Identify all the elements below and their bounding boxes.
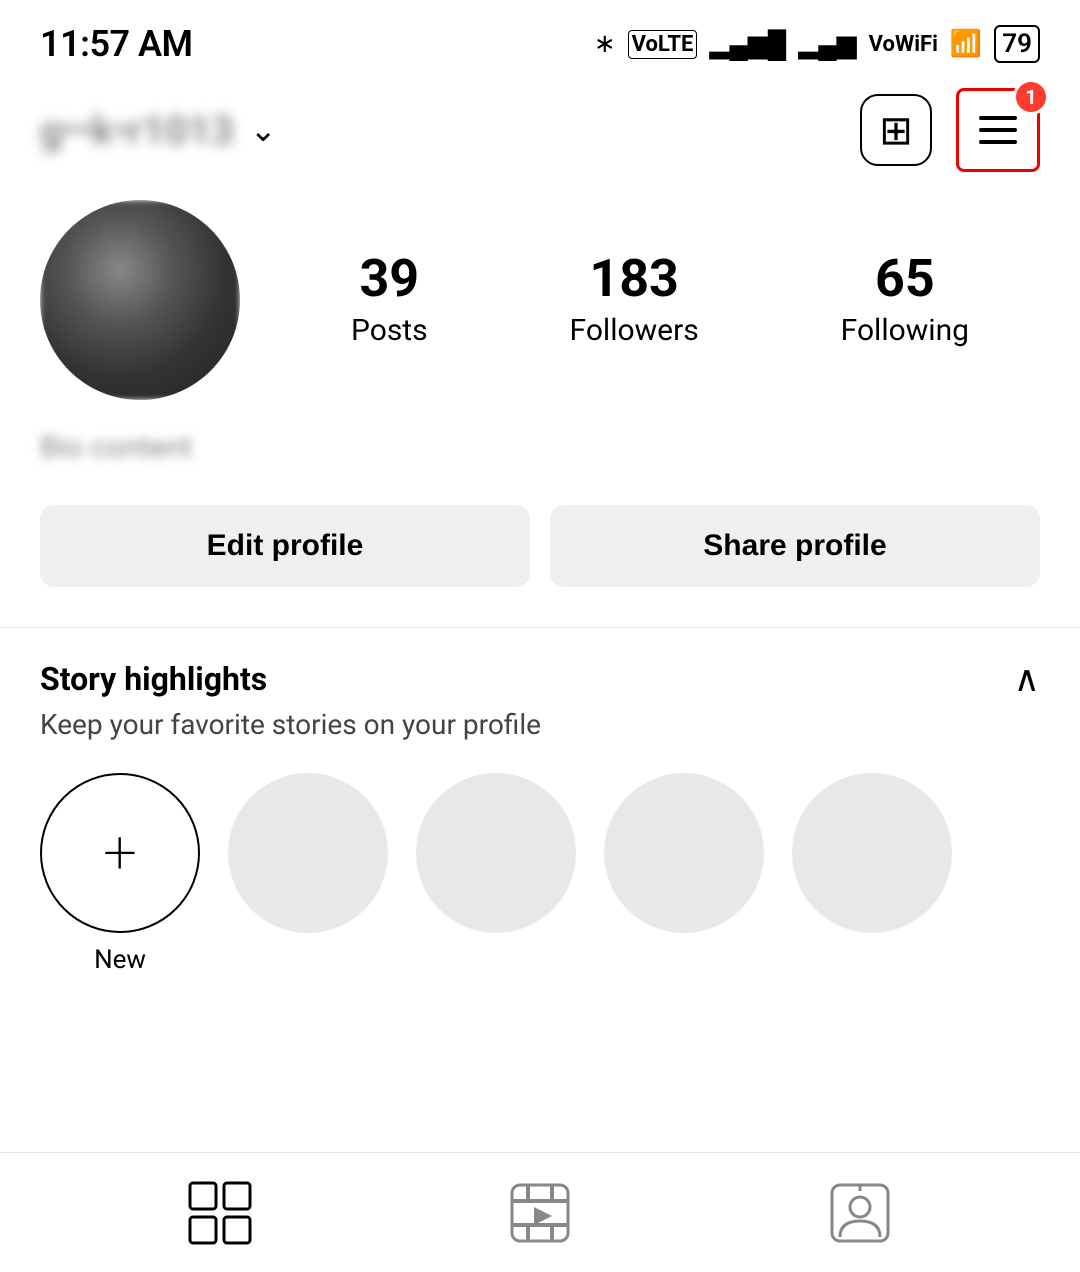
username-label: g••k•r1013 bbox=[40, 107, 234, 154]
stats-row: 39 Posts 183 Followers 65 Following bbox=[280, 253, 1040, 348]
tab-reels[interactable] bbox=[500, 1173, 580, 1253]
share-profile-button[interactable]: Share profile bbox=[550, 505, 1040, 587]
highlights-title: Story highlights bbox=[40, 660, 267, 698]
highlight-circle-2 bbox=[416, 773, 576, 933]
status-bar: 11:57 AM ∗ VoLTE ▂▄▆█ ▂▄▆ VoWiFi 📶 79 bbox=[0, 0, 1080, 80]
vowifi-icon: VoWiFi bbox=[869, 32, 938, 57]
battery-icon: 79 bbox=[994, 25, 1040, 63]
highlight-item-4[interactable] bbox=[792, 773, 952, 933]
reels-icon bbox=[508, 1181, 572, 1245]
avatar-image bbox=[40, 200, 240, 400]
menu-button[interactable]: 1 bbox=[956, 88, 1040, 172]
avatar[interactable] bbox=[40, 200, 240, 400]
following-label: Following bbox=[841, 313, 969, 348]
profile-section: 39 Posts 183 Followers 65 Following bbox=[0, 180, 1080, 430]
wifi-icon: 📶 bbox=[950, 29, 982, 59]
tab-posts[interactable] bbox=[180, 1173, 260, 1253]
notification-badge: 1 bbox=[1013, 79, 1049, 115]
hamburger-icon bbox=[979, 116, 1017, 144]
tab-tagged[interactable] bbox=[820, 1173, 900, 1253]
edit-profile-button[interactable]: Edit profile bbox=[40, 505, 530, 587]
highlights-header: Story highlights ∧ bbox=[40, 658, 1040, 700]
grid-icon bbox=[188, 1181, 252, 1245]
followers-count: 183 bbox=[589, 253, 679, 305]
new-highlight-label: New bbox=[94, 945, 146, 975]
plus-square-icon: ⊞ bbox=[879, 107, 913, 154]
highlights-row: + New bbox=[40, 773, 1040, 975]
followers-label: Followers bbox=[570, 313, 699, 348]
add-highlight-icon: + bbox=[103, 823, 137, 883]
posts-stat[interactable]: 39 Posts bbox=[351, 253, 428, 348]
nav-actions: ⊞ 1 bbox=[860, 88, 1040, 172]
add-post-button[interactable]: ⊞ bbox=[860, 94, 932, 166]
action-buttons: Edit profile Share profile bbox=[0, 485, 1080, 627]
bio-name: Bio content bbox=[40, 430, 1040, 465]
posts-count: 39 bbox=[359, 253, 419, 305]
highlights-section: Story highlights ∧ Keep your favorite st… bbox=[0, 628, 1080, 995]
following-stat[interactable]: 65 Following bbox=[841, 253, 969, 348]
bio-area: Bio content bbox=[0, 430, 1080, 485]
username-area[interactable]: g••k•r1013 ⌄ bbox=[40, 107, 277, 154]
volte-icon: VoLTE bbox=[628, 30, 698, 59]
status-time: 11:57 AM bbox=[40, 23, 193, 65]
highlight-circle-1 bbox=[228, 773, 388, 933]
bluetooth-icon: ∗ bbox=[594, 29, 616, 59]
followers-stat[interactable]: 183 Followers bbox=[570, 253, 699, 348]
new-highlight-circle[interactable]: + bbox=[40, 773, 200, 933]
chevron-down-icon[interactable]: ⌄ bbox=[250, 111, 277, 149]
bottom-tab-bar bbox=[0, 1152, 1080, 1272]
new-highlight-item[interactable]: + New bbox=[40, 773, 200, 975]
nav-header: g••k•r1013 ⌄ ⊞ 1 bbox=[0, 80, 1080, 180]
highlights-subtitle: Keep your favorite stories on your profi… bbox=[40, 708, 1040, 741]
highlight-item-3[interactable] bbox=[604, 773, 764, 933]
highlight-item-2[interactable] bbox=[416, 773, 576, 933]
following-count: 65 bbox=[875, 253, 935, 305]
highlight-circle-3 bbox=[604, 773, 764, 933]
signal-icon: ▂▄▆█ bbox=[709, 29, 786, 60]
status-icons: ∗ VoLTE ▂▄▆█ ▂▄▆ VoWiFi 📶 79 bbox=[594, 25, 1040, 63]
chevron-up-icon[interactable]: ∧ bbox=[1014, 658, 1040, 700]
highlight-circle-4 bbox=[792, 773, 952, 933]
posts-label: Posts bbox=[351, 313, 428, 348]
tagged-icon bbox=[828, 1181, 892, 1245]
signal-icon-2: ▂▄▆ bbox=[798, 29, 856, 60]
highlight-item-1[interactable] bbox=[228, 773, 388, 933]
